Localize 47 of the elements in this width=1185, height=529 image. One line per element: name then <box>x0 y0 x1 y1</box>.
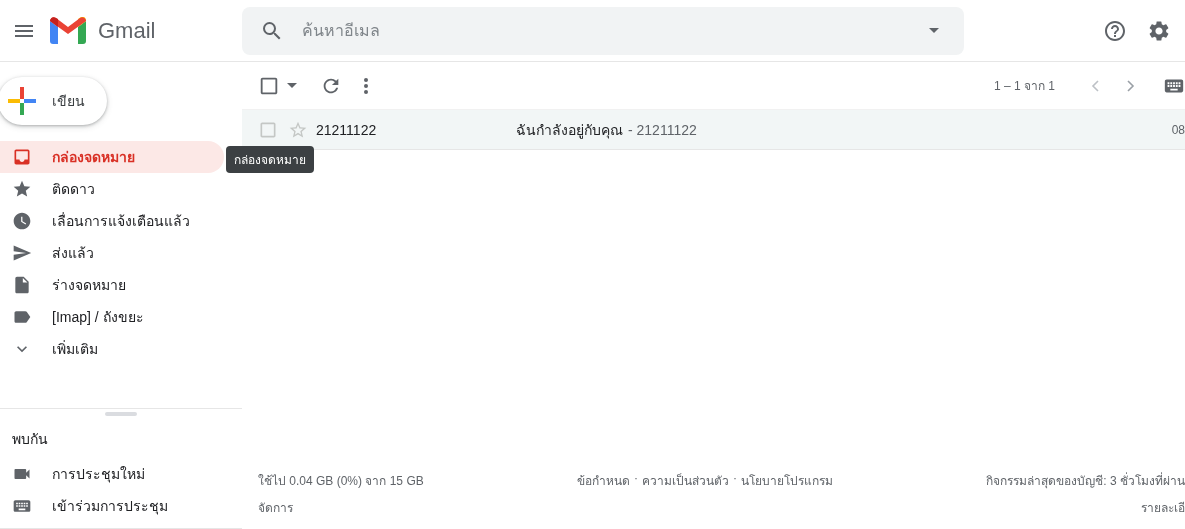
next-button[interactable] <box>1127 79 1135 92</box>
logo-icon <box>50 17 86 44</box>
app-name: Gmail <box>98 17 156 44</box>
email-row[interactable]: 21211122 ฉันกำลังอยู่กับคุณ - 21211122 08 <box>242 110 1185 150</box>
nav-item[interactable]: เพิ่มเติม <box>0 333 224 365</box>
send-icon <box>12 243 32 263</box>
section-title: พบกัน <box>11 430 49 449</box>
nav-item[interactable]: กล่องจดหมาย <box>0 141 224 173</box>
star-icon <box>12 179 32 199</box>
details-link[interactable]: รายละเอี <box>1141 498 1185 517</box>
nav-item[interactable]: เลื่อนการแจ้งเตือนแล้ว <box>0 205 224 237</box>
more-icon <box>364 77 368 94</box>
separator: · <box>733 471 737 487</box>
search-bar[interactable]: ค้นหาอีเมล <box>242 6 964 55</box>
date: 08 <box>1171 122 1185 137</box>
nav-item[interactable]: ติดดาว <box>0 173 224 205</box>
more-button[interactable] <box>364 77 368 94</box>
subject: ฉันกำลังอยู่กับคุณ <box>516 120 623 141</box>
file-icon <box>12 275 32 295</box>
footer-link[interactable]: ข้อกำหนด <box>577 471 630 517</box>
drag-handle[interactable] <box>105 412 137 416</box>
separator: · <box>634 471 638 487</box>
page-info: 1 – 1 จาก 1 <box>993 78 1055 95</box>
last-activity: กิจกรรมล่าสุดของบัญชี: 3 ชั่วโมงที่ผ่าน <box>986 471 1185 490</box>
nav-item[interactable]: เข้าร่วมการประชุม <box>0 490 224 522</box>
nav-item[interactable]: การประชุมใหม่ <box>0 458 224 490</box>
nav-item[interactable]: [Imap] / ถังขยะ <box>0 301 224 333</box>
storage-usage: ใช้ไป 0.04 GB (0%) จาก 15 GB <box>258 473 424 490</box>
compose-button[interactable]: เขียน <box>0 77 107 125</box>
caret-icon <box>287 83 297 88</box>
snippet: - 21211122 <box>628 121 697 138</box>
inbox-icon <box>12 147 32 167</box>
settings-button[interactable] <box>1147 18 1171 43</box>
chevron-left-icon <box>1091 79 1099 92</box>
help-button[interactable] <box>1103 18 1127 43</box>
footer-link[interactable]: นโยบายโปรแกรม <box>741 471 833 517</box>
manage-link[interactable]: จัดการ <box>258 498 293 517</box>
chevron-right-icon <box>1127 79 1135 92</box>
caret-icon <box>929 28 939 33</box>
footer-link[interactable]: ความเป็นส่วนตัว <box>642 471 729 517</box>
plus-icon <box>8 87 36 115</box>
sender: 21211122 <box>316 121 378 138</box>
nav-item[interactable]: ร่างจดหมาย <box>0 269 224 301</box>
search-field[interactable]: ค้นหาอีเมล <box>300 20 906 41</box>
nav-item[interactable]: ส่งแล้ว <box>0 237 224 269</box>
clock-icon <box>12 211 32 231</box>
tooltip: กล่องจดหมาย <box>226 146 314 173</box>
